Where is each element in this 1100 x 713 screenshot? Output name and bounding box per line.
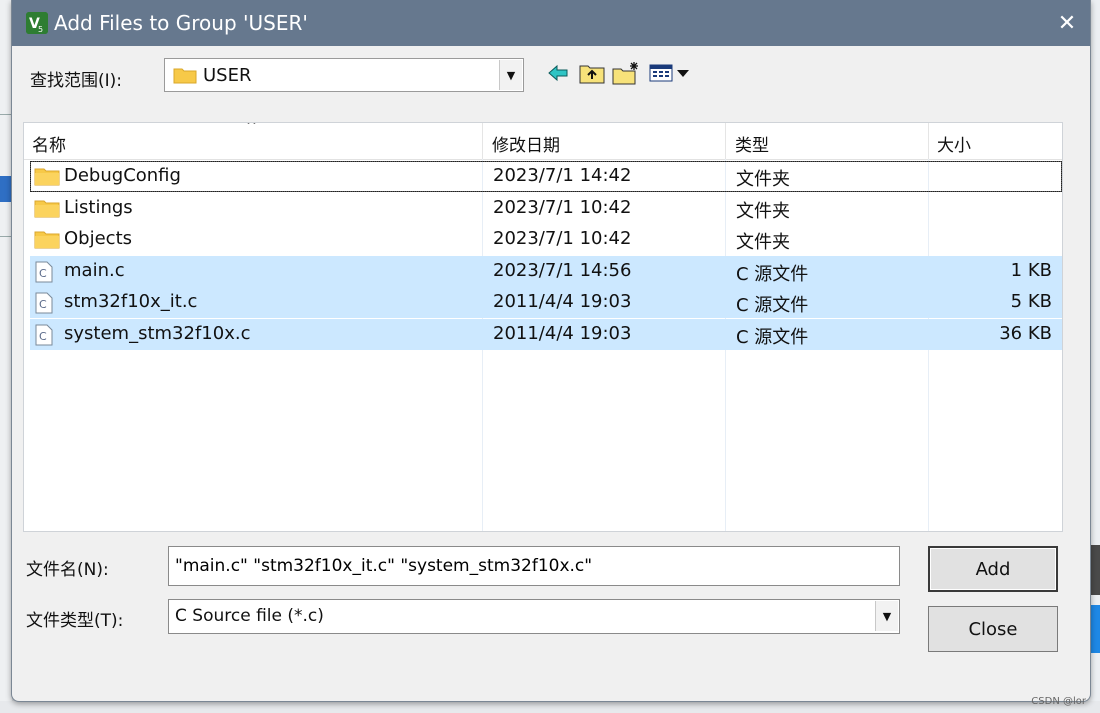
look-in-label: 查找范围(I): <box>30 71 123 91</box>
column-header-name[interactable]: 名称 <box>32 131 66 156</box>
file-type-cell: C 源文件 <box>736 295 809 316</box>
title-bar[interactable]: V 5 Add Files to Group 'USER' ✕ <box>12 0 1090 46</box>
folder-icon <box>34 198 60 223</box>
chevron-down-icon[interactable]: ▼ <box>499 60 522 90</box>
back-arrow-icon[interactable] <box>544 60 572 86</box>
file-type-cell: 文件夹 <box>736 232 790 253</box>
file-name-cell: main.c <box>64 259 125 281</box>
file-size-cell: 36 KB <box>999 322 1052 344</box>
new-folder-icon[interactable] <box>612 60 640 86</box>
keil-app-icon: V 5 <box>26 12 48 34</box>
file-list[interactable]: ^ 名称 修改日期 类型 大小 DebugConfig 2023/7/1 14:4… <box>23 122 1063 532</box>
look-in-value: USER <box>203 65 252 86</box>
file-row[interactable]: Listings 2023/7/1 10:42 文件夹 <box>30 193 1062 224</box>
file-modified-cell: 2011/4/4 19:03 <box>493 322 632 344</box>
file-row[interactable]: Cstm32f10x_it.c 2011/4/4 19:03 C 源文件 5 KB <box>30 287 1062 318</box>
column-header-size[interactable]: 大小 <box>937 131 971 156</box>
file-type-cell: 文件夹 <box>736 200 790 222</box>
file-row[interactable]: Cmain.c 2023/7/1 14:56 C 源文件 1 KB <box>30 255 1062 288</box>
file-size-cell: 1 KB <box>1010 259 1052 281</box>
file-type-cell: C 源文件 <box>736 326 809 348</box>
file-modified-cell: 2023/7/1 10:42 <box>493 228 632 249</box>
file-type-value: C Source file (*.c) <box>175 606 324 626</box>
close-button[interactable]: Close <box>928 606 1058 652</box>
column-divider[interactable] <box>725 123 726 159</box>
background-app-bottom <box>0 701 1100 713</box>
file-modified-cell: 2023/7/1 10:42 <box>493 196 632 218</box>
file-name-cell: Objects <box>64 228 133 249</box>
file-modified-cell: 2011/4/4 19:03 <box>493 291 632 312</box>
column-header-type[interactable]: 类型 <box>735 131 769 156</box>
file-name-cell: Listings <box>64 196 133 218</box>
folder-icon <box>34 166 60 191</box>
file-name-cell: DebugConfig <box>64 165 181 186</box>
window-title: Add Files to Group 'USER' <box>54 11 308 35</box>
file-row[interactable]: DebugConfig 2023/7/1 14:42 文件夹 <box>30 161 1062 192</box>
folder-icon <box>173 66 197 89</box>
column-divider[interactable] <box>1062 123 1063 159</box>
file-name-input[interactable] <box>168 546 900 586</box>
file-row[interactable]: Csystem_stm32f10x.c 2011/4/4 19:03 C 源文件 36… <box>30 318 1062 351</box>
column-guide <box>1062 159 1063 532</box>
up-folder-icon[interactable] <box>578 60 606 86</box>
file-list-header: ^ 名称 修改日期 类型 大小 <box>24 122 1063 160</box>
file-name-cell: system_stm32f10x.c <box>64 322 251 344</box>
chevron-down-icon[interactable]: ▼ <box>875 601 898 631</box>
column-divider[interactable] <box>482 123 483 159</box>
c-file-icon: C <box>34 292 54 319</box>
file-name-cell: stm32f10x_it.c <box>64 291 198 312</box>
svg-text:5: 5 <box>38 25 43 34</box>
watermark-text: CSDN @lor <box>1031 696 1086 707</box>
sort-ascending-icon: ^ <box>246 122 257 134</box>
add-button[interactable]: Add <box>928 546 1058 592</box>
view-menu-icon[interactable] <box>648 60 692 86</box>
file-type-combo[interactable]: C Source file (*.c) ▼ <box>168 599 900 634</box>
file-type-label: 文件类型(T): <box>26 611 124 631</box>
file-type-cell: C 源文件 <box>736 263 809 285</box>
column-header-modified[interactable]: 修改日期 <box>492 131 560 156</box>
file-type-cell: 文件夹 <box>736 169 790 190</box>
close-icon[interactable]: ✕ <box>1052 8 1082 38</box>
file-row[interactable]: Objects 2023/7/1 10:42 文件夹 <box>30 224 1062 255</box>
look-in-combo[interactable]: USER ▼ <box>164 58 524 92</box>
folder-icon <box>34 229 60 254</box>
file-size-cell: 5 KB <box>1010 291 1052 312</box>
c-file-icon: C <box>34 324 54 351</box>
column-divider[interactable] <box>928 123 929 159</box>
c-file-icon: C <box>34 261 54 288</box>
file-modified-cell: 2023/7/1 14:56 <box>493 259 632 281</box>
svg-text:C: C <box>39 330 47 343</box>
file-name-label: 文件名(N): <box>26 560 109 580</box>
svg-text:C: C <box>39 267 47 280</box>
file-modified-cell: 2023/7/1 14:42 <box>493 165 632 186</box>
svg-text:C: C <box>39 298 47 311</box>
add-files-dialog: V 5 Add Files to Group 'USER' ✕ 查找范围(I):… <box>11 0 1091 702</box>
